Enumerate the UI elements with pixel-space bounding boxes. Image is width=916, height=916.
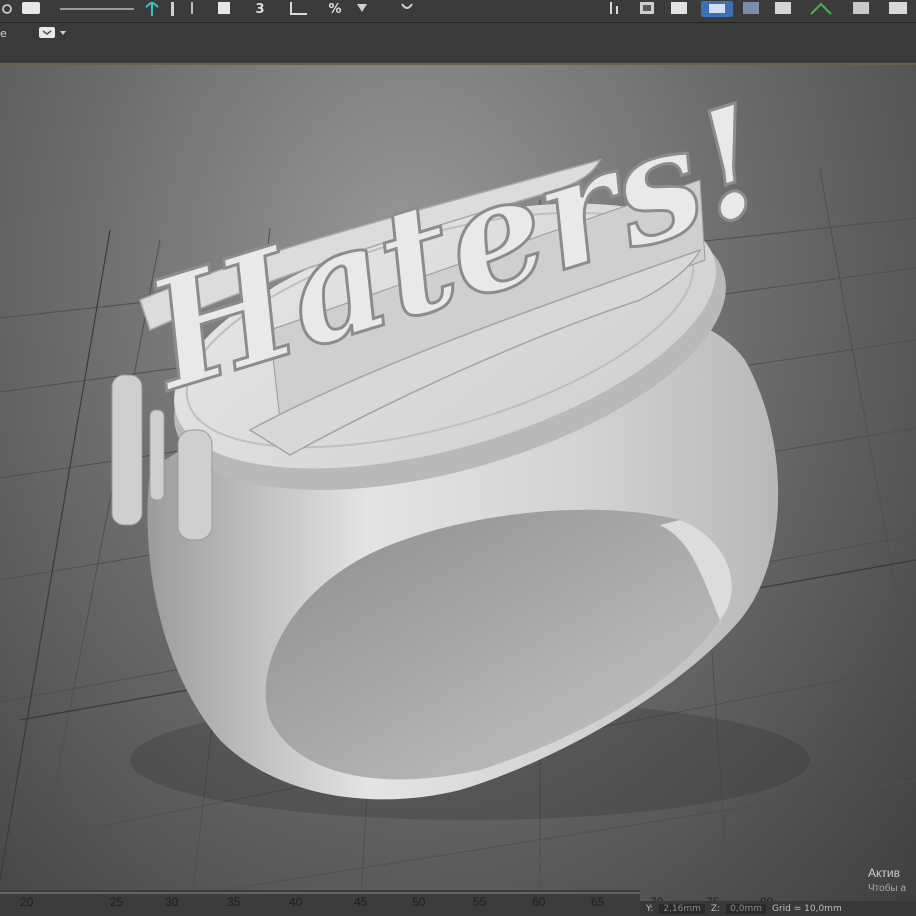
ruler-number: 40 <box>289 895 303 909</box>
schematic-view-icon[interactable] <box>700 1 734 17</box>
coordinate-status-bar: Y: 2,16mm Z: 0,0mm Grid = 10,0mm <box>640 901 916 916</box>
layer-manager-icon[interactable] <box>636 2 658 16</box>
mode-label: e <box>0 27 7 40</box>
z-label: Z: <box>710 903 721 914</box>
render-production-icon[interactable] <box>886 2 910 16</box>
selection-filter-dropdown[interactable] <box>60 2 134 16</box>
ribbon-bar: e <box>0 23 916 65</box>
ruler-number: 65 <box>591 895 605 909</box>
move-icon[interactable] <box>142 2 162 16</box>
y-label: Y: <box>646 903 654 914</box>
ruler-number: 60 <box>532 895 546 909</box>
snap-3-icon[interactable]: 3 <box>252 2 268 17</box>
chevron-down-icon <box>60 30 66 35</box>
spinner-snap-icon[interactable] <box>352 2 372 16</box>
watermark-subtitle: Чтобы а <box>868 883 906 894</box>
rotate-icon[interactable] <box>168 2 178 16</box>
ruler-number: 20 <box>20 895 34 909</box>
render-frame-icon[interactable] <box>808 2 834 16</box>
select-object-icon[interactable] <box>20 2 42 16</box>
view-dropdown[interactable] <box>38 27 66 38</box>
percent-snap-icon[interactable]: % <box>326 2 344 17</box>
render-setup-icon[interactable] <box>772 2 794 16</box>
viewport-scene: Haters! <box>0 70 916 916</box>
activation-watermark: Актив Чтобы а <box>868 866 906 896</box>
curve-editor-icon[interactable] <box>668 2 690 16</box>
perspective-viewport[interactable]: Haters! 20 25 30 35 40 45 50 55 60 65 70… <box>0 65 916 916</box>
material-editor-icon[interactable] <box>740 2 762 16</box>
watermark-title: Актив <box>868 866 900 880</box>
redo-icon[interactable] <box>0 2 14 16</box>
ruler-number: 50 <box>412 895 426 909</box>
render-icon[interactable] <box>850 2 872 16</box>
grid-readout: Grid = 10,0mm <box>771 903 842 914</box>
ruler-number: 45 <box>354 895 368 909</box>
scale-icon[interactable] <box>186 2 198 16</box>
layer-box-icon[interactable] <box>214 2 234 16</box>
angle-snap-icon[interactable] <box>286 2 310 16</box>
y-field[interactable]: 2,16mm <box>659 903 705 914</box>
align-icon[interactable] <box>606 2 628 16</box>
display-icon <box>39 27 55 38</box>
main-toolbar: 3 % <box>0 0 916 23</box>
mirror-icon[interactable] <box>398 2 416 16</box>
ruler-number: 30 <box>165 895 179 909</box>
z-field[interactable]: 0,0mm <box>726 903 766 914</box>
ruler-number: 25 <box>110 895 124 909</box>
ruler-number: 35 <box>227 895 241 909</box>
ruler-number: 55 <box>473 895 487 909</box>
